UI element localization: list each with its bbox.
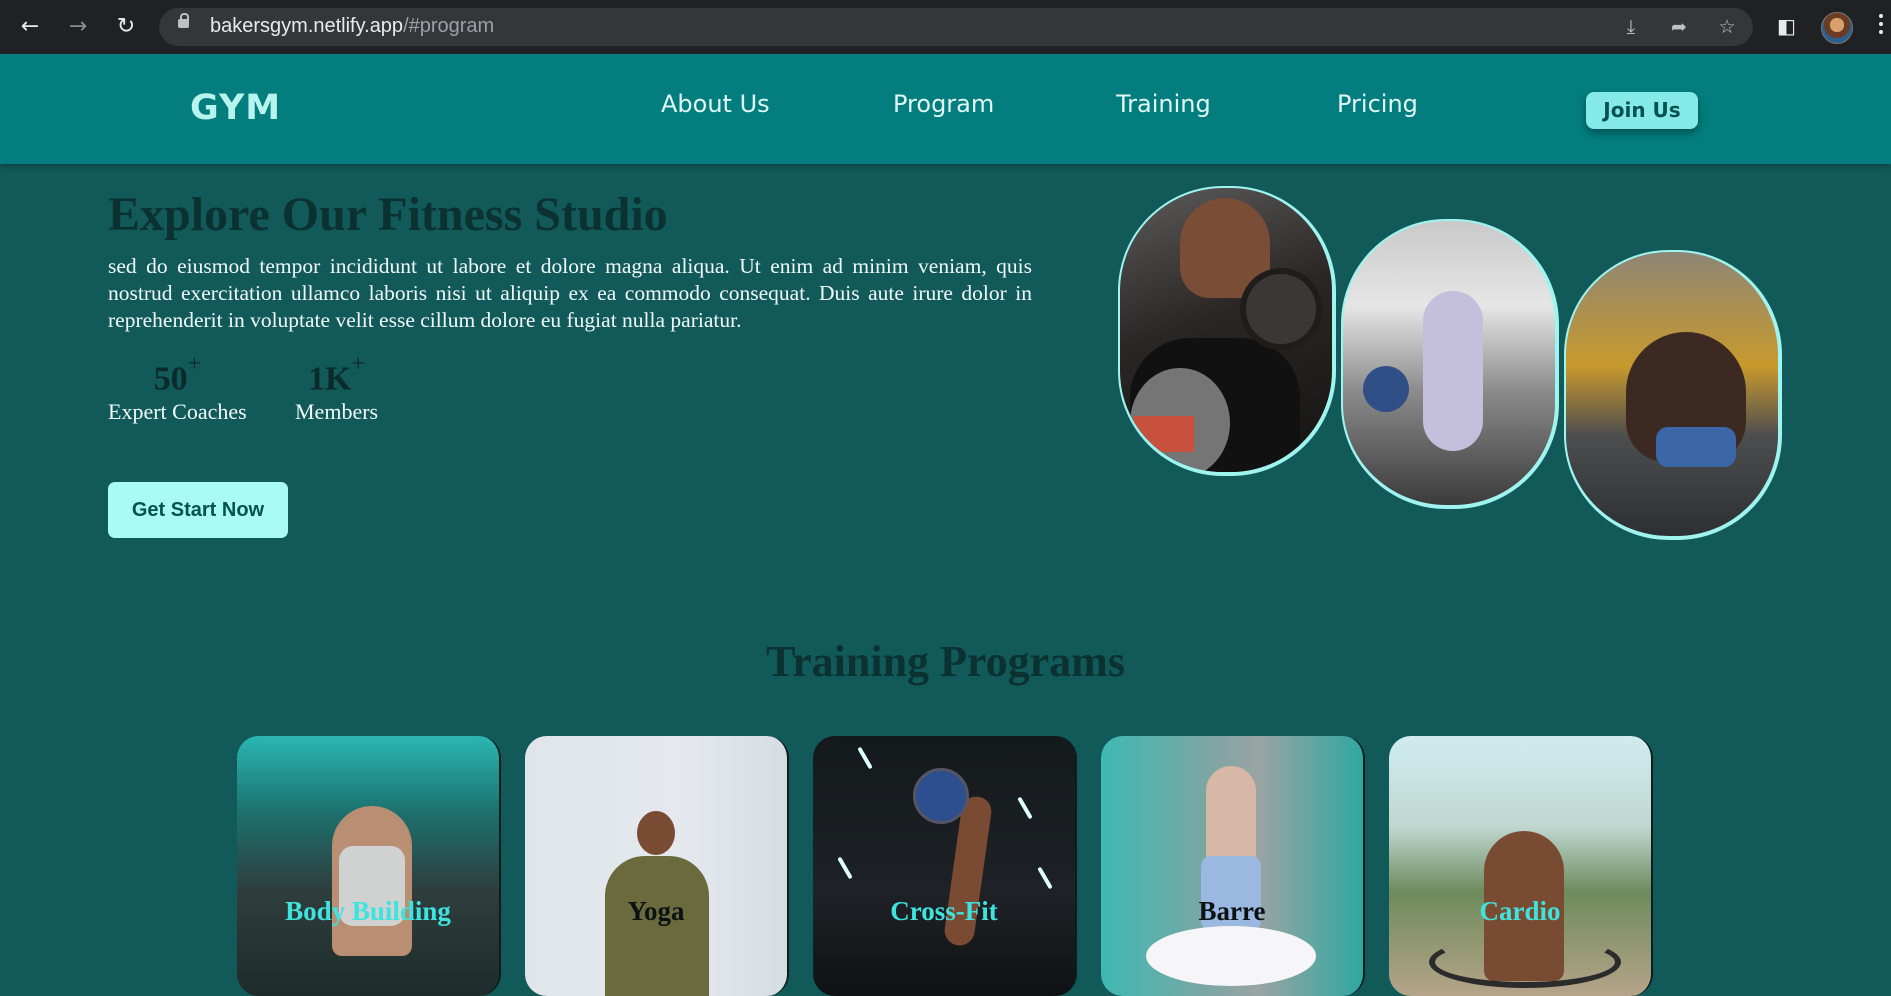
site-header: GYM About Us Program Training Pricing Jo… [0,54,1891,164]
nav-pricing[interactable]: Pricing [1337,90,1418,118]
program-card-label: Cardio [1479,896,1561,926]
stat-label: Members [295,399,379,425]
hero-description: sed do eiusmod tempor incididunt ut labo… [108,254,1032,332]
stat-members: 1K+ Members [295,350,378,425]
hero-photo-pushup [1564,250,1782,540]
program-card-cross-fit[interactable]: Cross-Fit [813,736,1077,996]
program-card-label: Barre [1198,896,1266,926]
program-card-yoga[interactable]: Yoga [525,736,789,996]
stat-value: 1K+ [308,351,366,398]
menu-dots-icon[interactable] [1879,14,1883,36]
program-card-cardio[interactable]: Cardio [1389,736,1653,996]
hero-photo-gym-woman [1341,219,1559,509]
lock-icon[interactable] [178,13,189,28]
program-card-label: Yoga [627,896,685,926]
profile-avatar[interactable] [1821,12,1853,44]
program-card-label: Body Building [285,896,451,926]
share-icon[interactable]: ➦ [1667,15,1691,39]
join-us-button[interactable]: Join Us [1586,92,1698,129]
site-logo[interactable]: GYM [190,88,281,128]
browser-toolbar: ← → ↻ bakersgym.netlify.app/#program ⤓ ➦… [0,0,1891,54]
program-card-label: Cross-Fit [890,896,998,926]
hero-title: Explore Our Fitness Studio [108,188,668,241]
url-host: bakersgym.netlify.app [210,15,404,37]
stat-expert-coaches: 50+ Expert Coaches [108,350,247,425]
reload-icon[interactable]: ↻ [112,13,140,41]
forward-arrow-icon[interactable]: → [64,13,92,41]
install-app-icon[interactable]: ⤓ [1619,15,1643,39]
stat-label: Expert Coaches [108,399,247,425]
nav-program[interactable]: Program [893,90,994,118]
nav-about-us[interactable]: About Us [661,90,770,118]
get-start-now-button[interactable]: Get Start Now [108,482,288,538]
section-title-training-programs: Training Programs [766,637,1125,686]
stat-value: 50+ [153,351,202,398]
url-text[interactable]: bakersgym.netlify.app/#program [210,15,494,38]
program-card-barre[interactable]: Barre [1101,736,1365,996]
url-path: /#program [403,15,495,37]
back-arrow-icon[interactable]: ← [16,13,44,41]
side-panel-icon[interactable]: ◧ [1777,14,1796,38]
address-bar[interactable]: bakersgym.netlify.app/#program ⤓ ➦ ☆ [159,8,1753,46]
hero-photo-dumbbell-curl [1118,186,1336,476]
bookmark-star-icon[interactable]: ☆ [1715,15,1739,39]
nav-training[interactable]: Training [1116,90,1211,118]
program-card-body-building[interactable]: Body Building [237,736,501,996]
